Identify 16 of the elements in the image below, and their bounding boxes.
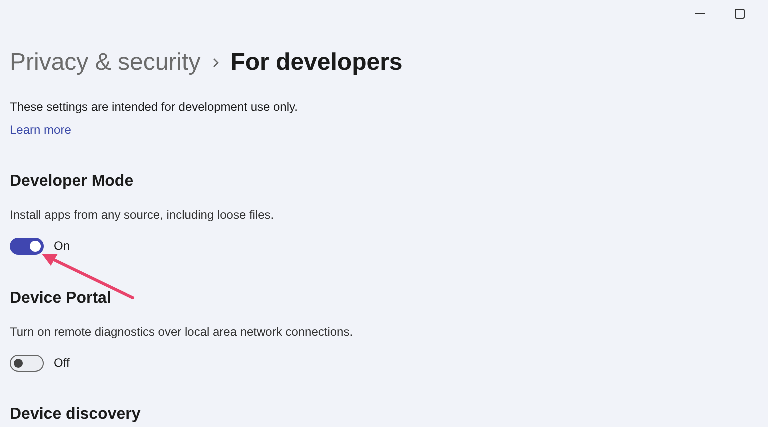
maximize-icon[interactable] [735,9,745,19]
learn-more-link[interactable]: Learn more [10,122,72,138]
section-description: Install apps from any source, including loose files. [10,207,276,223]
page-title: For developers [230,48,403,78]
section-heading: Device discovery [10,406,141,424]
toggle-switch[interactable] [10,238,44,254]
chevron-icon [212,58,219,68]
toggle-switch[interactable] [10,354,44,372]
section-heading: Developer Mode [10,173,134,191]
section-description: Turn on remote diagnostics over local area network connections. [10,324,354,340]
toggle-label: Off [54,355,70,372]
minimize-icon[interactable] [695,13,705,15]
toggle-label: On [54,238,70,255]
breadcrumb-parent[interactable]: Privacy & security [10,45,201,81]
page-description: These settings are intended for development use only. [10,99,299,115]
section-heading: Device Portal [10,290,112,308]
